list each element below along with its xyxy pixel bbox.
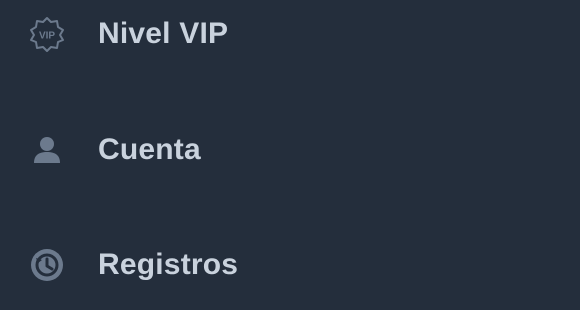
menu-item-label: Registros [98,248,239,281]
menu-item-account[interactable]: Cuenta [0,110,580,190]
menu-item-label: Nivel VIP [98,17,229,50]
menu-item-vip-level[interactable]: VIP Nivel VIP [0,0,580,74]
user-icon [28,131,66,169]
history-clock-icon [28,246,66,284]
side-menu: VIP Nivel VIP Cuenta Registros [0,0,580,310]
svg-text:VIP: VIP [39,31,55,42]
vip-badge-icon: VIP [28,15,66,53]
menu-item-label: Cuenta [98,133,201,166]
menu-item-records[interactable]: Registros [0,225,580,305]
